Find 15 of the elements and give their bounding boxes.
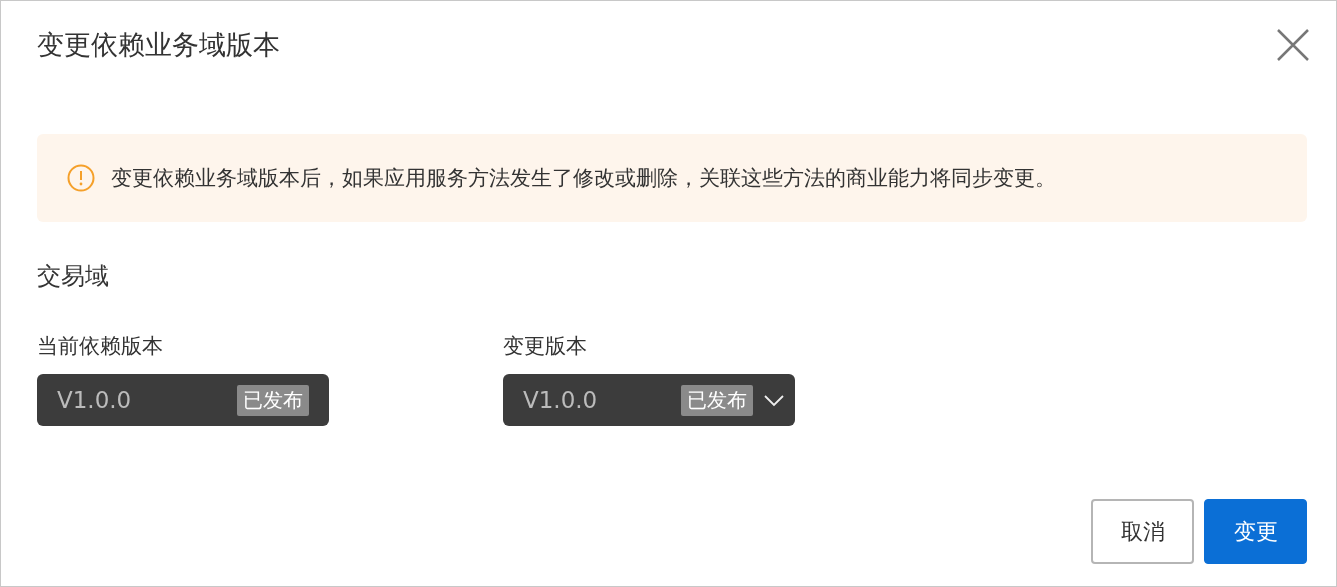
dialog-title: 变更依赖业务域版本 [37,28,280,62]
status-tag: 已发布 [681,384,753,416]
field-label: 变更版本 [503,333,588,360]
chevron-down-icon [763,393,785,407]
close-button[interactable] [1275,27,1311,63]
status-tag: 已发布 [237,384,309,416]
warning-icon [67,164,95,192]
section-title: 交易域 [37,261,110,292]
version-select[interactable]: V1.0.0 已发布 [503,374,795,426]
alert-text: 变更依赖业务域版本后，如果应用服务方法发生了修改或删除，关联这些方法的商业能力将同步变更。 [111,165,1056,192]
close-icon [1275,27,1311,63]
confirm-button[interactable]: 变更 [1204,499,1307,564]
version-field: V1.0.0 已发布 [37,374,329,426]
cancel-button[interactable]: 取消 [1091,499,1194,564]
field-label: 当前依赖版本 [37,333,164,360]
